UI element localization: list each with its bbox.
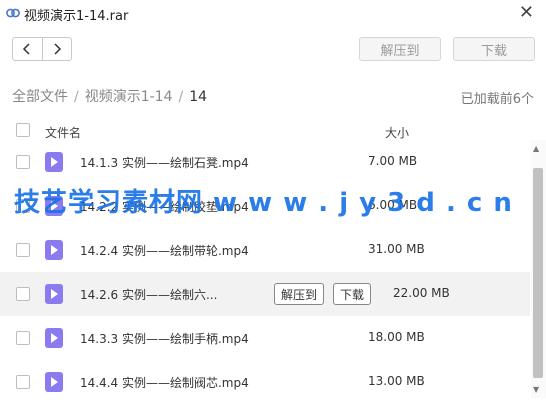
column-name-header[interactable]: 文件名 [45,124,81,141]
row-checkbox[interactable] [16,243,30,257]
file-size: 7.00 MB [368,154,418,168]
watermark-text: 技艺学习素材网 w w w . j y 3 d . c n [14,188,513,218]
file-name[interactable]: 14.2.6 实例——绘制六... [80,286,217,303]
file-size: 18.00 MB [368,330,425,344]
file-size: 13.00 MB [368,374,425,388]
extract-to-button[interactable]: 解压到 [359,37,441,61]
file-name[interactable]: 14.2.4 实例——绘制带轮.mp4 [80,242,249,259]
file-size: 22.00 MB [393,286,450,300]
scrollbar-thumb[interactable] [533,168,543,378]
breadcrumb-separator: / [74,89,79,105]
close-icon[interactable]: ✕ [519,2,534,23]
row-checkbox[interactable] [16,331,30,345]
file-row[interactable]: 14.1.3 实例——绘制石凳.mp4 7.00 MB [0,140,530,184]
navigation-buttons [12,37,72,61]
back-button[interactable] [13,38,43,60]
column-size-header[interactable]: 大小 [385,124,409,141]
file-row[interactable]: 14.3.3 实例——绘制手柄.mp4 18.00 MB [0,316,530,360]
breadcrumb-folder[interactable]: 视频演示1-14 [85,89,173,105]
row-download-button[interactable]: 下载 [333,283,372,305]
row-checkbox[interactable] [16,287,30,301]
breadcrumb-current: 14 [189,89,208,105]
select-all-checkbox[interactable] [16,123,30,137]
archive-app-icon [6,8,20,18]
breadcrumb: 全部文件 / 视频演示1-14 / 14 [12,86,207,106]
video-file-icon [45,240,63,260]
row-checkbox[interactable] [16,375,30,389]
file-name[interactable]: 14.3.3 实例——绘制手柄.mp4 [80,330,249,347]
video-file-icon [45,372,63,392]
row-extract-button[interactable]: 解压到 [274,283,325,305]
forward-button[interactable] [43,38,72,60]
file-name[interactable]: 14.4.4 实例——绘制阀芯.mp4 [80,374,249,391]
loaded-count-text: 已加载前6个 [460,92,534,107]
title-bar: 视频演示1-14.rar ✕ [0,0,546,28]
row-checkbox[interactable] [16,155,30,169]
file-row[interactable]: 14.2.4 实例——绘制带轮.mp4 31.00 MB [0,228,530,272]
breadcrumb-root[interactable]: 全部文件 [12,89,68,105]
file-row[interactable]: 14.2.6 实例——绘制六... 解压到 下载 22.00 MB [0,272,530,316]
file-size: 31.00 MB [368,242,425,256]
video-file-icon [45,152,63,172]
download-button[interactable]: 下载 [453,37,535,61]
file-name[interactable]: 14.1.3 实例——绘制石凳.mp4 [80,154,249,171]
breadcrumb-separator: / [178,89,184,105]
chevron-right-icon [54,43,61,55]
video-file-icon [45,328,63,348]
scroll-up-arrow-icon[interactable]: ▲ [533,144,539,153]
chevron-left-icon [23,43,30,55]
window-title: 视频演示1-14.rar [24,9,129,24]
video-file-icon [45,284,63,304]
file-row[interactable]: 14.4.4 实例——绘制阀芯.mp4 13.00 MB [0,360,530,404]
scroll-down-arrow-icon[interactable]: ▼ [533,385,539,394]
